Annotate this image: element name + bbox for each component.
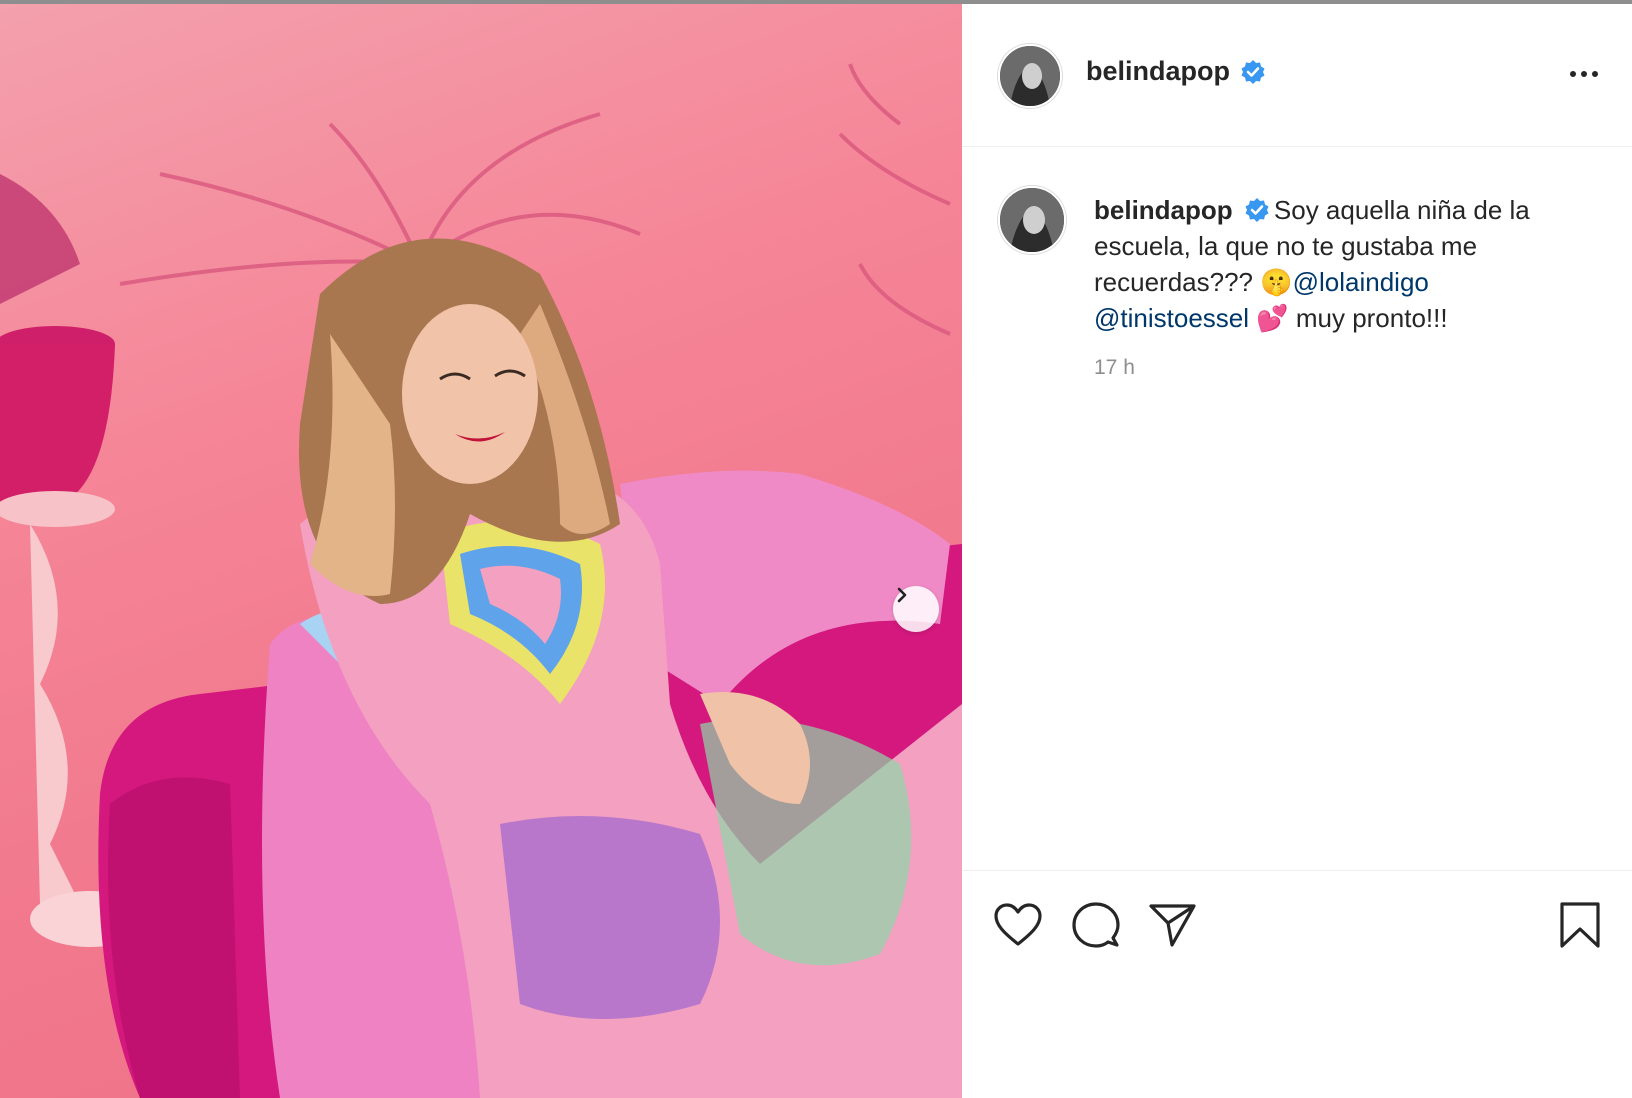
post-side-panel: belindapop belindapop Soy aquella niña d (962, 4, 1632, 1098)
post-header: belindapop (962, 4, 1632, 147)
like-button[interactable] (992, 899, 1044, 951)
more-options-icon (1570, 71, 1598, 77)
bookmark-icon (1560, 902, 1600, 948)
mention-lolaindigo[interactable]: @lolaindigo (1293, 267, 1429, 297)
share-button[interactable] (1146, 899, 1198, 951)
avatar[interactable] (998, 44, 1062, 108)
next-photo-button[interactable] (893, 586, 939, 632)
post-caption: belindapop Soy aquella niña de la escuel… (1094, 192, 1574, 336)
caption-username[interactable]: belindapop (1094, 195, 1233, 225)
shushing-emoji: 🤫 (1260, 267, 1293, 297)
avatar-image (1000, 188, 1064, 252)
caption-text-end: muy pronto!!! (1288, 303, 1448, 333)
caption-avatar[interactable] (998, 186, 1066, 254)
post-timestamp[interactable]: 17 h (1094, 356, 1135, 380)
post-username[interactable]: belindapop (1086, 56, 1230, 87)
mention-tinistoessel[interactable]: @tinistoessel (1094, 303, 1249, 333)
more-options-button[interactable] (1562, 54, 1606, 94)
comment-button[interactable] (1070, 899, 1122, 951)
save-button[interactable] (1554, 899, 1606, 951)
post-photo[interactable] (0, 4, 962, 1098)
verified-badge-icon (1241, 59, 1265, 84)
comment-bubble-icon (1072, 902, 1120, 948)
heart-icon (994, 903, 1042, 946)
hearts-emoji: 💕 (1256, 303, 1289, 333)
action-bar (962, 870, 1632, 991)
paper-plane-icon (1149, 904, 1196, 947)
avatar-image (1000, 46, 1060, 106)
verified-badge-icon (1245, 198, 1269, 223)
chevron-right-icon (897, 587, 907, 603)
photo-illustration (0, 63, 962, 1098)
header-user: belindapop (1086, 56, 1266, 87)
